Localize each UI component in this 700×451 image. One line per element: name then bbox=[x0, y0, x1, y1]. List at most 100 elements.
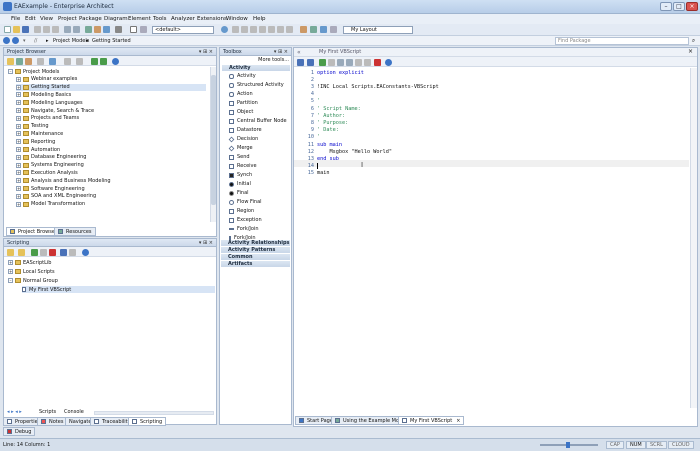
expand-icon[interactable]: + bbox=[16, 154, 21, 160]
expand-icon[interactable]: + bbox=[16, 193, 21, 199]
tool-icon[interactable] bbox=[286, 26, 293, 33]
toolbox-group-common[interactable]: Common bbox=[221, 254, 290, 260]
tree-item[interactable]: + Getting Started bbox=[16, 83, 206, 91]
toolbox-item-send[interactable]: Send bbox=[229, 153, 250, 161]
toolbox-item-decision[interactable]: Decision bbox=[228, 135, 258, 143]
cut-icon[interactable] bbox=[34, 26, 41, 33]
close-button[interactable]: × bbox=[686, 2, 698, 11]
move-down-icon[interactable] bbox=[100, 58, 107, 65]
tool-icon[interactable] bbox=[76, 58, 83, 65]
element-icon[interactable] bbox=[94, 26, 101, 33]
play-icon[interactable] bbox=[221, 26, 228, 33]
tree-item[interactable]: – Project Models bbox=[8, 68, 59, 75]
diagram-select[interactable]: <default> bbox=[152, 26, 214, 34]
collapse-icon[interactable]: – bbox=[8, 278, 13, 283]
toolbox-group-activity-patterns[interactable]: Activity Patterns bbox=[221, 247, 290, 253]
tool-icon[interactable] bbox=[64, 58, 71, 65]
tree-item[interactable]: + Database Engineering bbox=[16, 154, 86, 161]
toolbox-group-activity[interactable]: Activity bbox=[222, 65, 290, 71]
tool-icon[interactable] bbox=[364, 59, 371, 66]
tree-item[interactable]: My First VBScript bbox=[22, 286, 215, 293]
tree-item[interactable]: + Reporting bbox=[16, 138, 55, 145]
toolbox-group-activity-relationships[interactable]: Activity Relationships bbox=[221, 240, 290, 246]
expand-icon[interactable]: + bbox=[16, 92, 21, 98]
tool-icon[interactable] bbox=[277, 26, 284, 33]
menu-help[interactable]: Help bbox=[253, 16, 266, 22]
link-icon[interactable] bbox=[103, 26, 110, 33]
layout-icon[interactable] bbox=[320, 26, 327, 33]
menu-diagram[interactable]: Diagram bbox=[104, 16, 128, 22]
toolbox-item-flow-final[interactable]: Flow Final bbox=[229, 198, 262, 206]
tool-icon[interactable] bbox=[268, 26, 275, 33]
expand-icon[interactable]: + bbox=[16, 123, 21, 129]
toolbox-item-central-buffer-node[interactable]: Central Buffer Node bbox=[229, 117, 287, 125]
tree-item[interactable]: + Modeling Languages bbox=[16, 99, 83, 106]
find-icon[interactable] bbox=[140, 26, 147, 33]
new-package-icon[interactable] bbox=[7, 58, 14, 65]
save-icon[interactable] bbox=[22, 26, 29, 33]
menu-project[interactable]: Project bbox=[58, 16, 77, 22]
tree-item[interactable]: + EAScriptLib bbox=[8, 259, 51, 266]
toolbox-item-object[interactable]: Object bbox=[229, 108, 253, 116]
maximize-button[interactable]: □ bbox=[673, 2, 685, 11]
help-icon[interactable] bbox=[112, 58, 119, 65]
collapse-icon[interactable]: – bbox=[8, 69, 13, 74]
toolbox-group-artifacts[interactable]: Artifacts bbox=[221, 261, 290, 267]
menu-extensions[interactable]: Extensions bbox=[197, 16, 227, 22]
tool-icon[interactable] bbox=[355, 59, 362, 66]
expand-icon[interactable]: + bbox=[16, 147, 21, 152]
menu-view[interactable]: View bbox=[40, 16, 53, 22]
layout-select[interactable]: My Layout bbox=[343, 26, 413, 34]
tree-item[interactable]: + Projects and Teams bbox=[16, 115, 79, 122]
more-tools-link[interactable]: More tools... bbox=[258, 57, 289, 63]
tree-item[interactable]: + Execution Analysis bbox=[16, 169, 78, 176]
menu-package[interactable]: Package bbox=[79, 16, 102, 22]
tree-item[interactable]: + Testing bbox=[16, 123, 49, 130]
tree-item[interactable]: + Modeling Basics bbox=[16, 91, 71, 98]
search-icon[interactable] bbox=[130, 26, 137, 33]
properties-icon[interactable] bbox=[37, 58, 44, 65]
breadcrumb-root[interactable]: Project Models bbox=[53, 38, 89, 44]
expand-icon[interactable]: + bbox=[16, 131, 21, 137]
redo-icon[interactable] bbox=[346, 59, 353, 66]
expand-icon[interactable]: + bbox=[16, 201, 21, 207]
help-icon[interactable] bbox=[385, 59, 392, 66]
minimize-button[interactable]: – bbox=[660, 2, 672, 11]
tool-icon[interactable] bbox=[232, 26, 239, 33]
copy-icon[interactable] bbox=[49, 58, 56, 65]
undo-icon[interactable] bbox=[64, 26, 71, 33]
layout-icon[interactable] bbox=[310, 26, 317, 33]
menu-element[interactable]: Element bbox=[128, 16, 151, 22]
expand-icon[interactable]: + bbox=[8, 260, 13, 265]
properties-icon[interactable] bbox=[69, 249, 76, 256]
layout-icon[interactable] bbox=[330, 26, 337, 33]
slider-thumb[interactable] bbox=[566, 442, 570, 448]
open-folder-icon[interactable] bbox=[13, 26, 20, 33]
expand-icon[interactable]: + bbox=[16, 186, 21, 191]
panel-controls[interactable]: ▾ ⊞ × bbox=[199, 49, 213, 55]
expand-icon[interactable]: + bbox=[16, 139, 21, 145]
menu-edit[interactable]: Edit bbox=[25, 16, 36, 22]
expand-icon[interactable]: + bbox=[16, 108, 21, 113]
redo-icon[interactable] bbox=[73, 26, 80, 33]
toolbox-item-fork-join[interactable]: Fork/Join bbox=[229, 225, 258, 233]
new-script-icon[interactable] bbox=[7, 249, 14, 256]
tool-icon[interactable] bbox=[250, 26, 257, 33]
tree-item[interactable]: + Model Transformation bbox=[16, 201, 85, 208]
forward-icon[interactable] bbox=[12, 37, 19, 44]
tab-notes[interactable]: Notes bbox=[37, 417, 68, 426]
expand-icon[interactable]: + bbox=[16, 115, 21, 121]
new-file-icon[interactable] bbox=[4, 26, 11, 33]
menu-analyzer[interactable]: Analyzer bbox=[171, 16, 195, 22]
tree-item[interactable]: + Systems Engineering bbox=[16, 162, 84, 169]
scrollbar-thumb[interactable] bbox=[211, 75, 216, 205]
copy-icon[interactable] bbox=[43, 26, 50, 33]
tab-console[interactable]: Console bbox=[64, 409, 84, 415]
tab-nav-icons[interactable]: ◂ ▸ ◂ ▸ bbox=[7, 409, 22, 415]
tree-item[interactable]: + Webinar examples bbox=[16, 76, 77, 83]
tree-item[interactable]: + SOA and XML Engineering bbox=[16, 193, 96, 200]
tab-scripts[interactable]: Scripts bbox=[39, 409, 56, 415]
new-diagram-icon[interactable] bbox=[16, 58, 23, 65]
toolbox-item-exception[interactable]: Exception bbox=[229, 216, 262, 224]
tree-item[interactable]: + Maintenance bbox=[16, 130, 63, 137]
